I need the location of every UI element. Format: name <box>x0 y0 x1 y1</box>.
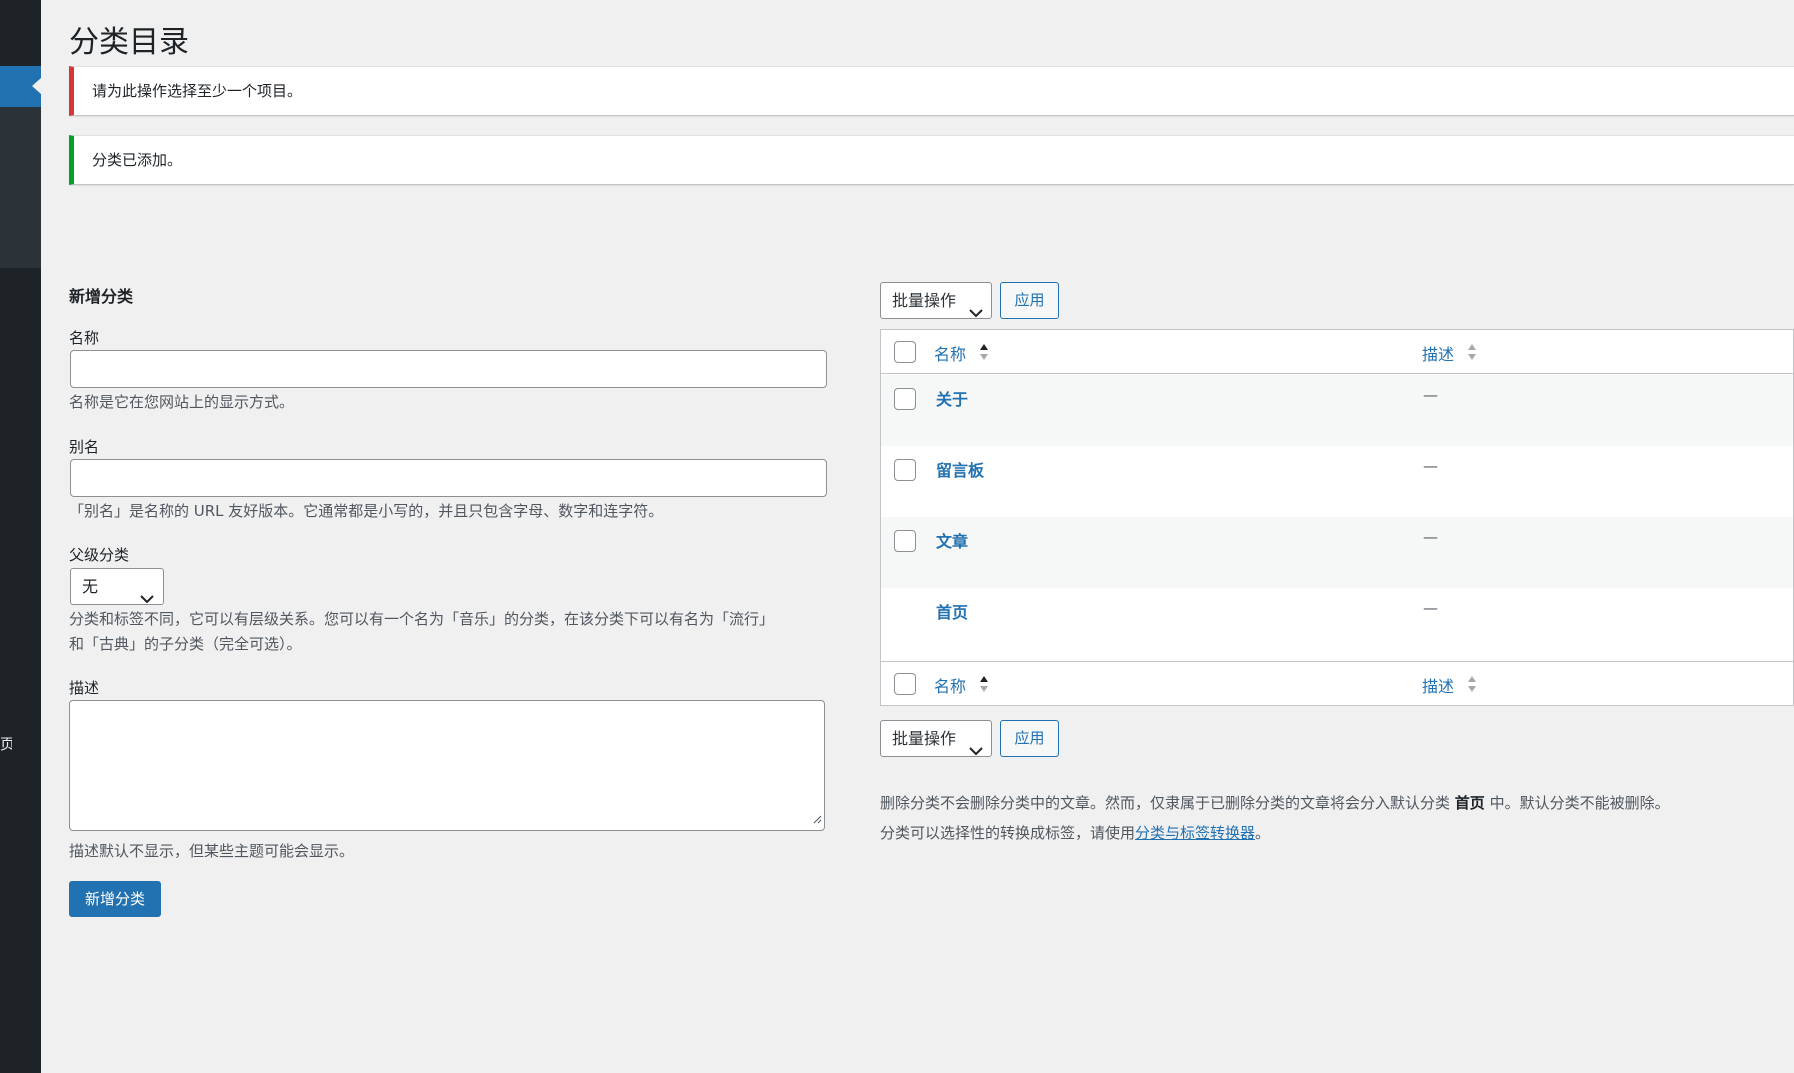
category-description: — <box>1423 386 1438 404</box>
description-label: 描述 <box>69 679 100 697</box>
category-name-link[interactable]: 留言板 <box>936 457 984 481</box>
sort-icon[interactable] <box>1466 673 1478 699</box>
default-category-name: 首页 <box>1454 794 1485 812</box>
bulk-actions-value: 批量操作 <box>892 729 957 748</box>
chevron-down-icon <box>969 733 983 768</box>
resize-grip-icon[interactable] <box>812 810 822 828</box>
select-all-checkbox-footer[interactable] <box>894 673 916 695</box>
success-notice: 分类已添加。 <box>69 135 1794 185</box>
table-footer: 名称 描述 <box>881 661 1793 705</box>
category-tag-converter-link[interactable]: 分类与标签转换器 <box>1135 824 1255 842</box>
parent-help-line1: 分类和标签不同，它可以有层级关系。您可以有一个名为「音乐」的分类，在该分类下可以… <box>69 610 775 628</box>
delete-info-text: 删除分类不会删除分类中的文章。然而，仅隶属于已删除分类的文章将会分入默认分类 首… <box>880 791 1670 815</box>
form-heading: 新增分类 <box>69 287 134 306</box>
sort-icon[interactable] <box>978 673 990 699</box>
delete-info-suffix: 中。默认分类不能被删除。 <box>1484 794 1670 812</box>
category-name-link[interactable]: 文章 <box>936 528 968 552</box>
sort-icon[interactable] <box>978 341 990 367</box>
parent-label: 父级分类 <box>69 546 130 564</box>
delete-info-prefix: 删除分类不会删除分类中的文章。然而，仅隶属于已删除分类的文章将会分入默认分类 <box>880 794 1455 812</box>
parent-select-value: 无 <box>82 577 99 596</box>
description-help: 描述默认不显示，但某些主题可能会显示。 <box>69 842 355 860</box>
table-row: 关于 — <box>881 375 1793 446</box>
sidebar-submenu <box>0 107 41 268</box>
sidebar-item-posts-active[interactable] <box>0 66 41 107</box>
bulk-actions-select-top[interactable]: 批量操作 <box>880 282 992 319</box>
column-description-header[interactable]: 描述 <box>1422 341 1454 365</box>
sidebar-item-pages-label[interactable]: 页 <box>0 733 12 754</box>
column-name-footer[interactable]: 名称 <box>934 673 966 697</box>
name-label: 名称 <box>69 329 100 347</box>
table-header: 名称 描述 <box>881 330 1793 374</box>
category-description: — <box>1423 599 1438 617</box>
row-checkbox[interactable] <box>894 530 916 552</box>
converter-info-prefix: 分类可以选择性的转换成标签，请使用 <box>880 824 1136 842</box>
admin-sidebar: 页 <box>0 0 41 1073</box>
page-title: 分类目录 <box>69 25 189 60</box>
slug-label: 别名 <box>69 438 100 456</box>
name-input[interactable] <box>70 350 827 388</box>
category-name-link[interactable]: 首页 <box>936 599 968 623</box>
converter-info-text: 分类可以选择性的转换成标签，请使用分类与标签转换器。 <box>880 821 1270 845</box>
apply-button-bottom[interactable]: 应用 <box>1000 720 1059 757</box>
row-checkbox[interactable] <box>894 388 916 410</box>
category-name-link[interactable]: 关于 <box>936 386 968 410</box>
categories-table: 名称 描述 关于 — 留言板 — 文章 — 首页 — 名称 描述 <box>880 329 1794 706</box>
slug-input[interactable] <box>70 459 827 497</box>
column-description-footer[interactable]: 描述 <box>1422 673 1454 697</box>
parent-help-line2: 和「古典」的子分类（完全可选）。 <box>69 635 302 653</box>
converter-info-suffix: 。 <box>1255 824 1271 842</box>
column-name-header[interactable]: 名称 <box>934 341 966 365</box>
table-row: 文章 — <box>881 517 1793 588</box>
sort-icon[interactable] <box>1466 341 1478 367</box>
name-help: 名称是它在您网站上的显示方式。 <box>69 393 295 411</box>
error-notice: 请为此操作选择至少一个项目。 <box>69 66 1794 116</box>
row-checkbox[interactable] <box>894 459 916 481</box>
table-row: 首页 — <box>881 588 1793 659</box>
apply-button-top[interactable]: 应用 <box>1000 282 1059 319</box>
category-description: — <box>1423 457 1438 475</box>
table-row: 留言板 — <box>881 446 1793 517</box>
bulk-actions-value: 批量操作 <box>892 291 957 310</box>
description-textarea[interactable] <box>69 700 825 831</box>
slug-help: 「别名」是名称的 URL 友好版本。它通常都是小写的，并且只包含字母、数字和连字… <box>69 502 664 520</box>
bulk-actions-select-bottom[interactable]: 批量操作 <box>880 720 992 757</box>
parent-select[interactable]: 无 <box>70 568 164 605</box>
select-all-checkbox[interactable] <box>894 341 916 363</box>
active-menu-notch <box>32 78 41 94</box>
chevron-down-icon <box>969 295 983 330</box>
category-description: — <box>1423 528 1438 546</box>
add-category-button[interactable]: 新增分类 <box>69 881 161 917</box>
